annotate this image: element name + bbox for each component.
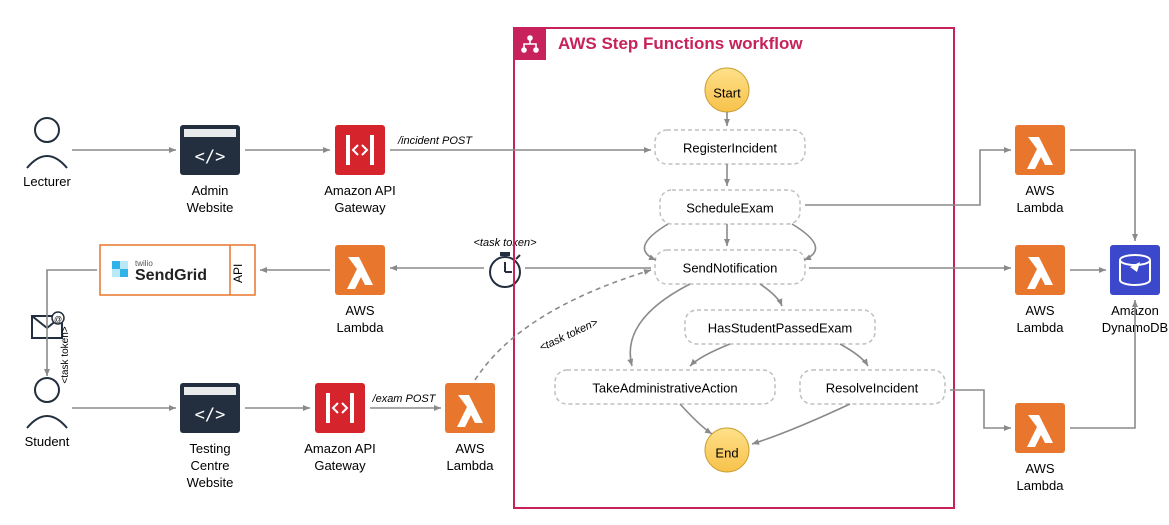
api-gateway-label-top-2: Gateway [334, 200, 386, 215]
task-token-mid: <task token> [474, 237, 538, 249]
api-gateway-label-bottom-2: Gateway [314, 458, 366, 473]
arrow-resolve-end [752, 404, 850, 444]
state-resolve-label: ResolveIncident [826, 380, 919, 395]
state-register-label: RegisterIncident [683, 140, 777, 155]
stopwatch-icon [490, 252, 520, 287]
state-notify-label: SendNotification [683, 260, 778, 275]
svg-text:@: @ [54, 315, 62, 324]
svg-text:</>: </> [195, 147, 226, 167]
sendgrid-box: twilio SendGrid API [100, 245, 255, 295]
api-gateway-label-top-1: Amazon API [324, 183, 396, 198]
endpoint-exam: /exam POST [372, 393, 437, 405]
admin-website-label-1: Admin [192, 183, 229, 198]
lambda-label-r1-1: AWS [1025, 183, 1054, 198]
lambda-icon-r3 [1015, 403, 1065, 453]
state-admin-action-label: TakeAdministrativeAction [592, 380, 737, 395]
lambda-label-r2-1: AWS [1025, 303, 1054, 318]
testing-website-label-1: Testing [189, 441, 230, 456]
arrow-lambda1-dynamo [1070, 150, 1135, 241]
sendgrid-brand: SendGrid [135, 267, 207, 284]
arrow-resolve-lambda3 [950, 390, 1011, 428]
arrow-adminaction-end [680, 404, 712, 434]
lambda-label-r2-2: Lambda [1017, 320, 1065, 335]
testing-website-icon: </> [180, 383, 240, 433]
api-gateway-label-bottom-1: Amazon API [304, 441, 376, 456]
arrow-passed-resolve [840, 344, 868, 366]
state-schedule-label: ScheduleExam [686, 200, 773, 215]
testing-website-label-3: Website [187, 475, 234, 490]
lambda-label-midleft-2: Lambda [337, 320, 385, 335]
architecture-diagram: Lecturer Student </> Admin Website Amazo… [0, 0, 1169, 525]
lambda-label-r1-2: Lambda [1017, 200, 1065, 215]
arrow-notify-passed [760, 284, 782, 306]
arrow-notify-adminaction [630, 284, 690, 366]
api-gateway-icon-top [335, 125, 385, 175]
lambda-icon-r2 [1015, 245, 1065, 295]
sendgrid-api: API [231, 264, 245, 283]
lambda-label-bottomleft-1: AWS [455, 441, 484, 456]
admin-website-label-2: Website [187, 200, 234, 215]
task-token-left: <task token> [60, 326, 71, 383]
task-token-dashed: <task token> [538, 316, 601, 354]
arrow-passed-adminaction [690, 344, 730, 366]
student-icon [27, 378, 67, 428]
student-label: Student [25, 434, 70, 449]
api-gateway-icon-bottom [315, 383, 365, 433]
lecturer-label: Lecturer [23, 174, 71, 189]
endpoint-incident: /incident POST [397, 135, 473, 147]
lambda-label-r3-1: AWS [1025, 461, 1054, 476]
state-passed-label: HasStudentPassedExam [708, 320, 853, 335]
testing-website-label-2: Centre [190, 458, 229, 473]
lambda-icon-r1 [1015, 125, 1065, 175]
admin-website-icon: </> [180, 125, 240, 175]
lambda-icon-bottomleft [445, 383, 495, 433]
arrow-schedule-lambda1 [805, 150, 1011, 205]
lambda-label-bottomleft-2: Lambda [447, 458, 495, 473]
lecturer-icon [27, 118, 67, 168]
lambda-icon-midleft [335, 245, 385, 295]
dynamodb-icon [1110, 245, 1160, 295]
workflow-title: AWS Step Functions workflow [558, 34, 803, 53]
svg-text:</>: </> [195, 405, 226, 425]
lambda-label-r3-2: Lambda [1017, 478, 1065, 493]
arrow-sendgrid-down [47, 270, 97, 300]
workflow-end-label: End [715, 445, 738, 460]
lambda-label-midleft-1: AWS [345, 303, 374, 318]
workflow-start-label: Start [713, 85, 741, 100]
